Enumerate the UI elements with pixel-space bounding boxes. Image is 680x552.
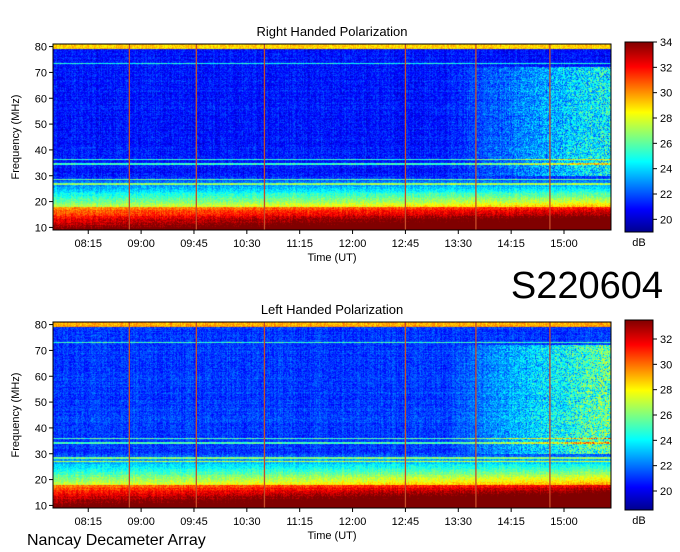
colorbar-label: dB — [632, 237, 645, 249]
y-axis-label: Frequency (MHz) — [10, 373, 22, 458]
x-tick-label: 09:00 — [127, 516, 155, 528]
y-tick-label: 70 — [35, 67, 47, 79]
x-tick-label: 14:15 — [497, 516, 525, 528]
x-tick-label: 14:15 — [497, 238, 525, 250]
colorbar-ticks: 20 22 24 26 28 30 32 — [653, 334, 672, 498]
heatmap-plot-area — [52, 43, 612, 231]
colorbar-tick-label: 24 — [660, 164, 672, 176]
colorbar-gradient — [624, 41, 654, 233]
heatmap-plot-area — [52, 321, 612, 509]
y-tick-label: 80 — [35, 42, 47, 54]
y-tick-label: 40 — [35, 145, 47, 157]
x-tick-label: 08:15 — [74, 238, 102, 250]
x-tick-label: 12:00 — [339, 238, 367, 250]
colorbar-tick-label: 26 — [660, 410, 672, 422]
x-tick-label: 12:00 — [339, 516, 367, 528]
colorbar-tick-label: 20 — [660, 214, 672, 226]
x-axis-label: Time (UT) — [307, 252, 356, 264]
y-tick-label: 20 — [35, 197, 47, 209]
panel-left-polarization: Left Handed Polarization 10 20 30 40 50 60 70 8… — [10, 302, 672, 542]
panel-title: Right Handed Polarization — [256, 24, 407, 39]
y-tick-label: 70 — [35, 345, 47, 357]
colorbar-tick-label: 32 — [660, 334, 672, 346]
y-tick-label: 50 — [35, 397, 47, 409]
y-tick-label: 10 — [35, 222, 47, 234]
colorbar-tick-label: 32 — [660, 62, 672, 74]
x-tick-label: 08:15 — [74, 516, 102, 528]
y-tick-label: 30 — [35, 171, 47, 183]
x-tick-label: 10:30 — [233, 238, 261, 250]
y-axis: 10 20 30 40 50 60 70 80 — [35, 42, 53, 234]
colorbar-tick-label: 22 — [660, 461, 672, 473]
x-tick-label: 15:00 — [550, 238, 578, 250]
station-label: S220604 — [511, 265, 663, 307]
x-tick-label: 12:45 — [392, 238, 420, 250]
y-axis: 10 20 30 40 50 60 70 80 — [35, 320, 53, 512]
x-tick-label: 15:00 — [550, 516, 578, 528]
x-tick-label: 09:00 — [127, 238, 155, 250]
colorbar-tick-label: 28 — [660, 113, 672, 125]
colorbar-ticks: 20 22 24 26 28 30 32 34 — [653, 37, 672, 226]
colorbar-tick-label: 30 — [660, 88, 672, 100]
y-tick-label: 60 — [35, 93, 47, 105]
y-tick-label: 50 — [35, 119, 47, 131]
x-axis-label: Time (UT) — [307, 530, 356, 542]
y-tick-label: 20 — [35, 475, 47, 487]
panel-right-polarization: Right Handed Polarization 10 20 30 40 50 60 70… — [10, 24, 672, 264]
observatory-label: Nancay Decameter Array — [27, 532, 206, 549]
x-tick-label: 10:30 — [233, 516, 261, 528]
colorbar-tick-label: 30 — [660, 359, 672, 371]
y-tick-label: 40 — [35, 423, 47, 435]
y-tick-label: 10 — [35, 500, 47, 512]
colorbar-tick-label: 22 — [660, 189, 672, 201]
x-tick-label: 09:45 — [180, 516, 208, 528]
colorbar-tick-label: 26 — [660, 138, 672, 150]
colorbar: 20 22 24 26 28 30 32 34 dB — [624, 37, 672, 249]
panel-title: Left Handed Polarization — [261, 302, 403, 317]
x-axis: 08:15 09:00 09:45 10:30 11:15 12:00 12:45 13:30… — [74, 508, 578, 528]
colorbar-tick-label: 34 — [660, 37, 672, 49]
y-tick-label: 30 — [35, 449, 47, 461]
x-tick-label: 12:45 — [392, 516, 420, 528]
spectrogram-image — [53, 322, 611, 508]
spectrogram-image — [53, 44, 611, 230]
x-tick-label: 09:45 — [180, 238, 208, 250]
y-axis-label: Frequency (MHz) — [10, 95, 22, 180]
x-axis: 08:15 09:00 09:45 10:30 11:15 12:00 12:45 13:30… — [74, 230, 578, 250]
colorbar: 20 22 24 26 28 30 32 dB — [624, 319, 672, 527]
colorbar-tick-label: 20 — [660, 486, 672, 498]
colorbar-tick-label: 24 — [660, 435, 672, 447]
x-tick-label: 11:15 — [286, 238, 313, 250]
x-tick-label: 13:30 — [445, 516, 473, 528]
x-tick-label: 11:15 — [286, 516, 313, 528]
x-tick-label: 13:30 — [445, 238, 473, 250]
colorbar-gradient — [624, 319, 654, 511]
colorbar-tick-label: 28 — [660, 385, 672, 397]
colorbar-label: dB — [632, 515, 645, 527]
y-tick-label: 60 — [35, 371, 47, 383]
spectrogram-figure: Right Handed Polarization 10 20 30 40 50 60 70… — [10, 24, 672, 549]
y-tick-label: 80 — [35, 320, 47, 332]
